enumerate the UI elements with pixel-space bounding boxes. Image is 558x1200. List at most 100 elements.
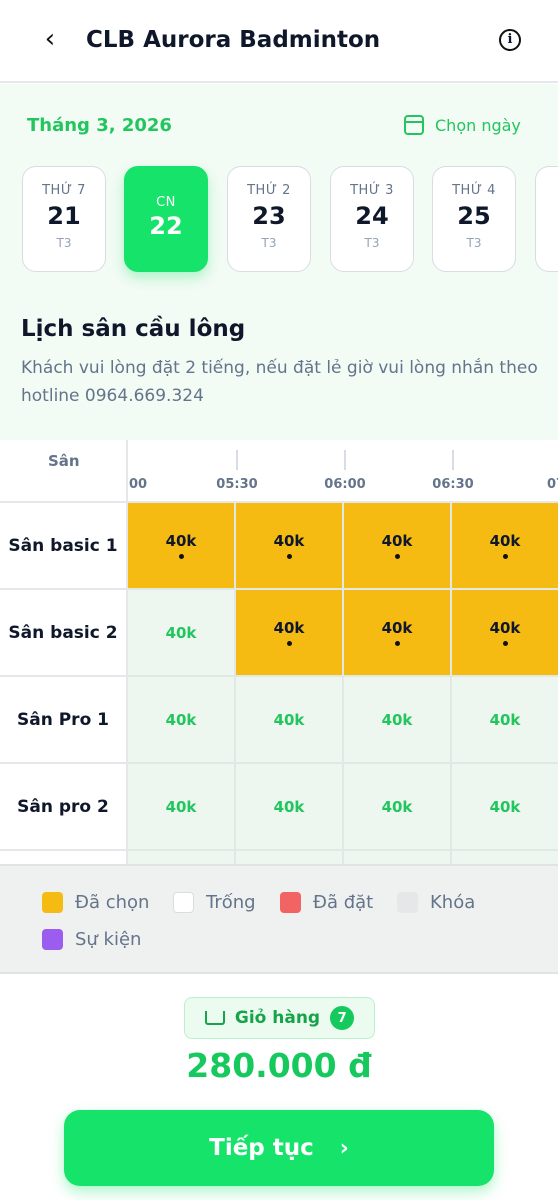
time-header: 00 05:30 06:00 06:30 07 [128, 440, 558, 503]
slot-price: 40k [381, 619, 413, 637]
day-number: 22 [149, 212, 183, 240]
slot-cell[interactable]: 40k [344, 677, 452, 764]
time-label: 05:30 [216, 477, 258, 492]
legend-label: Đã chọn [75, 892, 150, 913]
cart-count-badge: 7 [330, 1006, 355, 1030]
slot-price: 40k [381, 797, 413, 816]
day-of-week: CN [156, 195, 176, 210]
court-grid: Sân 00 05:30 06:00 06:30 07 Sân basic 1 … [0, 440, 558, 864]
slot-price: 40k [489, 619, 521, 637]
legend-item: Đã chọn [42, 892, 149, 913]
day-chip-partial[interactable] [535, 166, 558, 272]
legend-item: Sự kiện [42, 929, 141, 950]
time-label: 00 [128, 477, 148, 492]
slot-cell[interactable]: 40k [236, 503, 344, 590]
slot-cell[interactable]: 40k [236, 590, 344, 677]
day-of-week: THỨ 4 [452, 183, 496, 198]
slot-cell[interactable]: 40k [452, 764, 558, 851]
date-section: Tháng 3, 2026 Chọn ngày THỨ 7 21 T3 CN 2… [0, 84, 558, 440]
day-number: 23 [252, 202, 286, 230]
time-label: 06:30 [432, 477, 474, 492]
slot-price: 40k [381, 532, 413, 550]
legend: Đã chọn Trống Đã đặt Khóa Sự kiện [0, 864, 558, 974]
day-month: T3 [364, 236, 380, 250]
slot-cell-partial[interactable] [452, 851, 558, 864]
legend-swatch [280, 892, 301, 913]
slot-cell[interactable]: 40k [236, 677, 344, 764]
slot-price: 40k [273, 710, 305, 729]
selected-dot [178, 554, 184, 559]
day-chip[interactable]: THỨ 3 24 T3 [330, 166, 414, 272]
slot-price: 40k [273, 619, 305, 637]
legend-item: Trống [173, 892, 256, 913]
slot-price: 40k [273, 532, 305, 550]
slot-price: 40k [165, 710, 197, 729]
chevron-left-icon[interactable]: ‹ [36, 24, 64, 54]
info-icon[interactable]: i [499, 29, 521, 51]
day-of-week: THỨ 2 [247, 183, 291, 198]
slot-cell[interactable]: 40k [344, 764, 452, 851]
chevron-right-icon: › [339, 1135, 349, 1161]
legend-swatch [397, 892, 418, 913]
slot-cell[interactable]: 40k [236, 764, 344, 851]
day-month: T3 [56, 236, 72, 250]
slot-cell[interactable]: 40k [452, 503, 558, 590]
time-label: 06:00 [324, 477, 366, 492]
slot-cell-partial[interactable] [236, 851, 344, 864]
continue-label: Tiếp tục [209, 1135, 314, 1161]
slot-cell[interactable]: 40k [344, 503, 452, 590]
slot-cell-partial[interactable] [344, 851, 452, 864]
slot-price: 40k [489, 797, 521, 816]
court-name: Sân Pro 1 [0, 677, 128, 764]
slot-cell[interactable]: 40k [452, 677, 558, 764]
day-chip[interactable]: THỨ 7 21 T3 [22, 166, 106, 272]
slot-cell[interactable]: 40k [128, 503, 236, 590]
court-column-label: Sân [48, 452, 80, 470]
continue-button[interactable]: Tiếp tục › [64, 1110, 494, 1186]
slot-cell[interactable]: 40k [128, 764, 236, 851]
calendar-icon [404, 115, 424, 135]
cart-label: Giỏ hàng [234, 1008, 321, 1028]
legend-item: Khóa [397, 892, 475, 913]
month-label: Tháng 3, 2026 [27, 115, 172, 136]
selected-dot [286, 554, 292, 559]
time-tick [452, 450, 454, 470]
slot-price: 40k [381, 710, 413, 729]
legend-swatch [173, 892, 194, 913]
slot-cell[interactable]: 40k [344, 590, 452, 677]
time-label: 07 [546, 477, 558, 492]
day-of-week: THỨ 7 [42, 183, 86, 198]
slot-cell[interactable]: 40k [128, 590, 236, 677]
selected-dot [394, 554, 400, 559]
pick-date-button[interactable]: Chọn ngày [404, 115, 521, 135]
day-of-week: THỨ 3 [350, 183, 394, 198]
cart-icon [204, 1011, 225, 1025]
slot-cell-partial[interactable] [128, 851, 236, 864]
selected-dot [502, 641, 508, 646]
legend-label: Trống [206, 892, 256, 913]
selected-dot [286, 641, 292, 646]
day-chip[interactable]: THỨ 4 25 T3 [432, 166, 516, 272]
app-header: ‹ CLB Aurora Badminton i [0, 0, 558, 83]
time-tick [236, 450, 238, 470]
slot-price: 40k [165, 797, 197, 816]
cart-button[interactable]: Giỏ hàng 7 [184, 997, 375, 1039]
slot-price: 40k [165, 532, 197, 550]
slot-price: 40k [489, 532, 521, 550]
day-month: T3 [261, 236, 277, 250]
slot-cell[interactable]: 40k [452, 590, 558, 677]
legend-swatch [42, 892, 63, 913]
time-tick [344, 450, 346, 470]
slot-cell[interactable]: 40k [128, 677, 236, 764]
total-price: 280.000 đ [186, 1046, 372, 1085]
court-name: Sân pro 2 [0, 764, 128, 851]
slot-price: 40k [165, 623, 197, 642]
day-month: T3 [466, 236, 482, 250]
day-chip[interactable]: THỨ 2 23 T3 [227, 166, 311, 272]
slot-price: 40k [489, 710, 521, 729]
slot-price: 40k [273, 797, 305, 816]
day-chip-selected[interactable]: CN 22 [124, 166, 208, 272]
legend-item: Đã đặt [280, 892, 373, 913]
day-number: 24 [355, 202, 389, 230]
page-title: CLB Aurora Badminton [86, 27, 381, 53]
